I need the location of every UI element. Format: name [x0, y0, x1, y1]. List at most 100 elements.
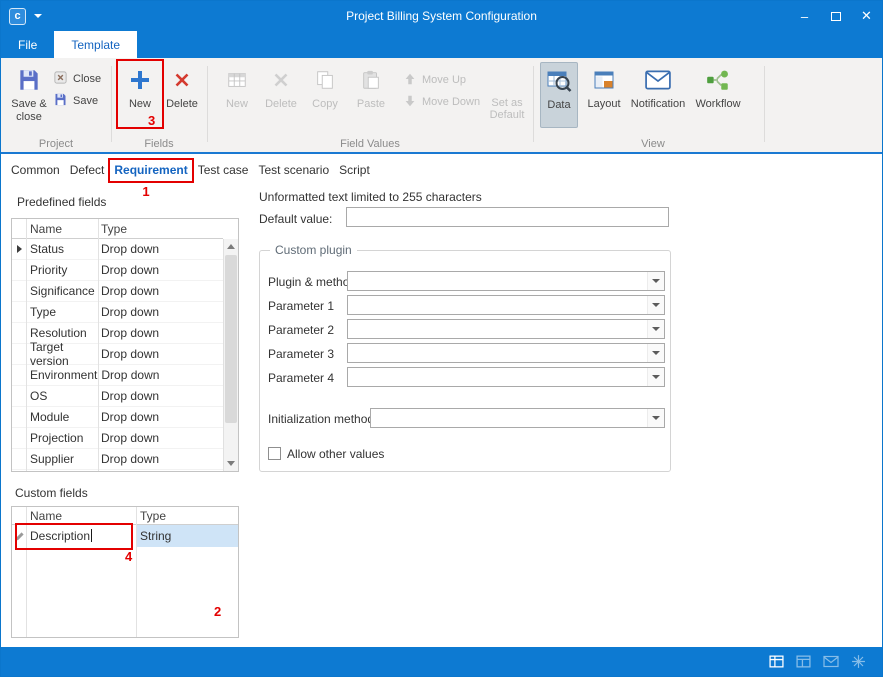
default-value-input[interactable] — [346, 207, 669, 227]
delete-value-button[interactable]: Delete — [260, 62, 302, 128]
tab-requirement[interactable]: Requirement 1 — [114, 162, 187, 178]
save-button[interactable]: Save — [53, 91, 98, 111]
close-template-label: Close — [73, 73, 101, 85]
status-data-icon[interactable] — [769, 654, 784, 669]
parameter-1-combobox[interactable] — [347, 295, 665, 315]
dropdown-button[interactable] — [647, 272, 664, 290]
dropdown-button[interactable] — [647, 368, 664, 386]
cell-type[interactable]: Drop down — [97, 431, 223, 445]
chevron-down-icon — [652, 279, 660, 283]
plugin-method-value — [348, 272, 647, 290]
view-workflow-button[interactable]: Workflow — [690, 62, 746, 128]
move-up-button[interactable]: Move Up — [403, 70, 466, 90]
vertical-scrollbar[interactable] — [223, 239, 238, 471]
status-layout-icon[interactable] — [796, 654, 811, 669]
table-row[interactable]: EnvironmentDrop down — [12, 365, 223, 386]
column-header-name[interactable]: Name — [26, 222, 97, 236]
cell-name[interactable]: Environment — [26, 368, 97, 382]
cell-name[interactable]: Type — [26, 305, 97, 319]
table-row[interactable]: Status Drop down — [12, 239, 223, 260]
cell-name[interactable]: Projection — [26, 431, 97, 445]
cell-type[interactable]: Drop down — [97, 242, 223, 256]
cell-type-selected[interactable]: String — [136, 525, 238, 547]
set-as-default-button[interactable]: Set as Default — [480, 97, 534, 121]
delete-value-label: Delete — [265, 98, 297, 111]
move-down-label: Move Down — [422, 96, 480, 108]
new-field-button[interactable]: New 3 — [118, 62, 162, 128]
table-row-editing[interactable]: Description String — [12, 525, 238, 547]
annotation-step-2: 2 — [214, 604, 221, 619]
cell-type[interactable]: Drop down — [97, 452, 223, 466]
scroll-down-button[interactable] — [224, 456, 238, 471]
tab-test-case[interactable]: Test case — [198, 162, 249, 178]
minimize-button[interactable]: – — [789, 1, 820, 31]
table-row[interactable]: TypeDrop down — [12, 302, 223, 323]
cell-type[interactable]: Drop down — [97, 305, 223, 319]
tab-template[interactable]: Template — [54, 31, 137, 58]
view-notification-button[interactable]: Notification — [629, 62, 687, 128]
table-row[interactable]: SupplierDrop down — [12, 449, 223, 470]
cell-type[interactable]: Drop down — [97, 263, 223, 277]
layout-view-icon — [592, 62, 616, 98]
cell-name[interactable]: OS — [26, 389, 97, 403]
dropdown-button[interactable] — [647, 409, 664, 427]
view-layout-button[interactable]: Layout — [582, 62, 626, 128]
plugin-method-combobox[interactable] — [347, 271, 665, 291]
copy-value-button[interactable]: Copy — [304, 62, 346, 128]
status-workflow-icon[interactable] — [851, 654, 866, 669]
new-value-button[interactable]: New — [216, 62, 258, 128]
delete-field-button[interactable]: Delete — [162, 62, 202, 128]
cell-type[interactable]: Drop down — [97, 410, 223, 424]
view-data-button[interactable]: Data — [540, 62, 578, 128]
cell-name[interactable]: Target version — [26, 340, 97, 368]
table-row[interactable]: SignificanceDrop down — [12, 281, 223, 302]
cell-type[interactable]: Drop down — [97, 284, 223, 298]
tab-script[interactable]: Script — [339, 162, 370, 178]
scrollbar-thumb[interactable] — [225, 255, 237, 423]
parameter-4-combobox[interactable] — [347, 367, 665, 387]
initialization-method-combobox[interactable] — [370, 408, 665, 428]
cell-type[interactable]: Drop down — [97, 389, 223, 403]
tab-test-scenario[interactable]: Test scenario — [258, 162, 329, 178]
paste-value-button[interactable]: Paste — [350, 62, 392, 128]
column-header-name[interactable]: Name — [26, 509, 136, 523]
scroll-up-button[interactable] — [224, 239, 238, 254]
cell-name[interactable]: Status — [26, 242, 97, 256]
close-template-button[interactable]: Close — [53, 69, 101, 89]
cell-name[interactable]: Resolution — [26, 326, 97, 340]
cell-type[interactable]: Drop down — [97, 347, 223, 361]
save-and-close-button[interactable]: Save &close — [7, 62, 51, 128]
cell-type[interactable]: Drop down — [97, 368, 223, 382]
new-field-label: New — [129, 98, 151, 111]
parameter-2-combobox[interactable] — [347, 319, 665, 339]
table-row[interactable]: PriorityDrop down — [12, 260, 223, 281]
cell-name[interactable]: Module — [26, 410, 97, 424]
dropdown-button[interactable] — [647, 296, 664, 314]
quick-access-chevron-icon[interactable] — [34, 14, 42, 18]
cell-name[interactable]: Priority — [26, 263, 97, 277]
status-notification-icon[interactable] — [823, 655, 839, 668]
tab-file[interactable]: File — [1, 31, 54, 58]
move-down-button[interactable]: Move Down — [403, 92, 480, 112]
close-button[interactable]: ✕ — [851, 1, 882, 31]
table-row[interactable]: ProjectionDrop down — [12, 428, 223, 449]
cell-type[interactable]: Drop down — [97, 326, 223, 340]
cell-name[interactable]: Significance — [26, 284, 97, 298]
maximize-button[interactable] — [820, 1, 851, 31]
tab-common[interactable]: Common — [11, 162, 60, 178]
copy-label: Copy — [312, 98, 338, 111]
dropdown-button[interactable] — [647, 344, 664, 362]
app-icon[interactable]: c — [9, 8, 26, 25]
tab-defect[interactable]: Defect — [70, 162, 105, 178]
column-header-type[interactable]: Type — [97, 222, 223, 236]
cell-name-editing[interactable]: Description — [26, 529, 136, 543]
table-row[interactable]: Target versionDrop down — [12, 344, 223, 365]
table-row[interactable]: OSDrop down — [12, 386, 223, 407]
dropdown-button[interactable] — [647, 320, 664, 338]
allow-other-values-checkbox[interactable] — [268, 447, 281, 460]
parameter-3-combobox[interactable] — [347, 343, 665, 363]
new-value-label: New — [226, 98, 248, 111]
table-row[interactable]: ModuleDrop down — [12, 407, 223, 428]
column-header-type[interactable]: Type — [136, 509, 238, 523]
cell-name[interactable]: Supplier — [26, 452, 97, 466]
